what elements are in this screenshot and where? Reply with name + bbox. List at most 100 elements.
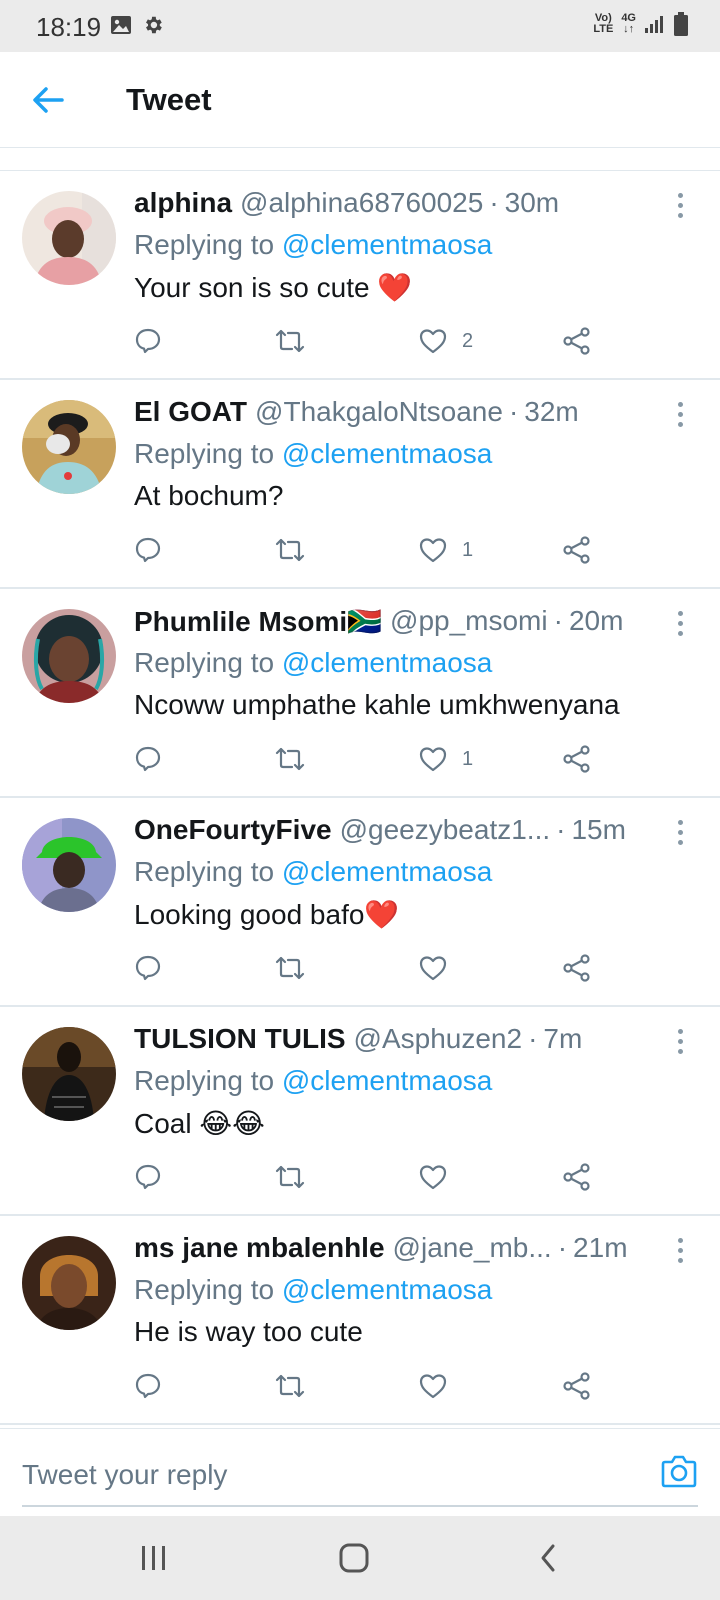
reply-tweet[interactable]: ms jane mbalenhle @jane_mb... · 21m Repl… — [0, 1216, 720, 1425]
retweet-icon — [275, 1374, 305, 1398]
tweet-meta: OneFourtyFive @geezybeatz1... · 15m — [134, 814, 654, 846]
avatar[interactable] — [22, 400, 116, 494]
gallery-icon — [111, 16, 131, 34]
back-button[interactable] — [30, 82, 70, 118]
more-options-button[interactable] — [672, 820, 688, 848]
user-handle[interactable]: @jane_mb... — [393, 1232, 552, 1264]
display-name[interactable]: El GOAT — [134, 396, 247, 428]
display-name[interactable]: OneFourtyFive — [134, 814, 332, 846]
camera-icon — [661, 1455, 697, 1488]
camera-button[interactable] — [660, 1453, 698, 1489]
share-button[interactable] — [562, 948, 592, 988]
reply-tweet[interactable]: Phumlile Msomi🇿🇦 @pp_msomi · 20m Replyin… — [0, 589, 720, 798]
reply-tweet[interactable]: TULSION TULIS @Asphuzen2 · 7m Replying t… — [0, 1007, 720, 1216]
retweet-button[interactable] — [274, 1366, 306, 1406]
retweet-button[interactable] — [274, 1157, 306, 1197]
reply-button[interactable] — [134, 321, 162, 361]
nav-back-button[interactable] — [532, 1538, 564, 1578]
recent-apps-button[interactable] — [138, 1538, 170, 1578]
retweet-icon — [275, 747, 305, 771]
tweet-time: 30m — [504, 187, 560, 218]
share-button[interactable] — [562, 530, 592, 570]
retweet-button[interactable] — [274, 739, 306, 779]
tweet-actions — [134, 1157, 614, 1197]
reply-tweet[interactable]: OneFourtyFive @geezybeatz1... · 15m Repl… — [0, 798, 720, 1007]
replying-to-link[interactable]: @clementmaosa — [282, 856, 493, 887]
status-time: 18:19 — [36, 12, 102, 42]
retweet-icon — [275, 329, 305, 353]
like-count: 1 — [462, 538, 474, 561]
home-button[interactable] — [334, 1538, 374, 1578]
replying-to-link[interactable]: @clementmaosa — [282, 229, 493, 260]
reply-button[interactable] — [134, 1157, 162, 1197]
settings-gear-icon — [146, 16, 162, 34]
like-button[interactable] — [418, 948, 462, 988]
share-button[interactable] — [562, 739, 592, 779]
share-icon — [563, 954, 590, 982]
share-icon — [563, 745, 590, 773]
share-button[interactable] — [562, 1366, 592, 1406]
share-button[interactable] — [562, 321, 592, 361]
reply-button[interactable] — [134, 948, 162, 988]
replying-to-link[interactable]: @clementmaosa — [282, 647, 493, 678]
heart-icon — [419, 538, 447, 563]
replying-to: Replying to @clementmaosa — [134, 438, 493, 469]
replying-to-link[interactable]: @clementmaosa — [282, 1274, 493, 1305]
share-button[interactable] — [562, 1157, 592, 1197]
heart-icon — [419, 1374, 447, 1399]
like-button[interactable]: 2 — [418, 321, 473, 361]
more-options-button[interactable] — [672, 611, 688, 639]
reply-icon — [135, 537, 161, 563]
tweet-time: 32m — [524, 396, 579, 427]
reply-tweet[interactable]: El GOAT @ThakgaloNtsoane · 32m Replying … — [0, 380, 720, 589]
avatar[interactable] — [22, 609, 116, 703]
user-handle[interactable]: @Asphuzen2 — [354, 1023, 523, 1055]
reply-icon — [135, 1373, 161, 1399]
more-options-button[interactable] — [672, 1238, 688, 1266]
like-button[interactable]: 1 — [418, 530, 473, 570]
replying-to: Replying to @clementmaosa — [134, 229, 493, 260]
heart-icon — [419, 956, 447, 981]
retweet-button[interactable] — [274, 948, 306, 988]
tweet-text: At bochum? — [134, 480, 284, 511]
like-button[interactable] — [418, 1366, 462, 1406]
more-options-button[interactable] — [672, 402, 688, 430]
retweet-button[interactable] — [274, 321, 306, 361]
display-name[interactable]: Phumlile Msomi🇿🇦 — [134, 605, 382, 638]
display-name[interactable]: ms jane mbalenhle — [134, 1232, 385, 1264]
display-name[interactable]: TULSION TULIS — [134, 1023, 346, 1055]
share-icon — [563, 1372, 590, 1400]
battery-icon — [674, 12, 688, 36]
user-handle[interactable]: @geezybeatz1... — [340, 814, 551, 846]
reply-tweet[interactable]: alphina @alphina68760025 · 30m Replying … — [0, 171, 720, 380]
tweet-text: Looking good bafo❤️ — [134, 899, 400, 930]
retweet-button[interactable] — [274, 530, 306, 570]
retweet-icon — [275, 1165, 305, 1189]
avatar[interactable] — [22, 191, 116, 285]
replying-to: Replying to @clementmaosa — [134, 647, 493, 678]
reply-button[interactable] — [134, 739, 162, 779]
arrow-left-icon — [33, 87, 64, 113]
reply-button[interactable] — [134, 1366, 162, 1406]
display-name[interactable]: alphina — [134, 187, 232, 219]
user-handle[interactable]: @alphina68760025 — [240, 187, 483, 219]
avatar[interactable] — [22, 1236, 116, 1330]
heart-icon — [419, 747, 447, 772]
reply-input[interactable] — [22, 1453, 622, 1497]
like-button[interactable] — [418, 1157, 462, 1197]
tweet-text: He is way too cute — [134, 1316, 363, 1347]
more-options-button[interactable] — [672, 1029, 688, 1057]
more-options-button[interactable] — [672, 193, 688, 221]
avatar[interactable] — [22, 1027, 116, 1121]
replies-feed[interactable]: alphina @alphina68760025 · 30m Replying … — [0, 170, 720, 1425]
user-handle[interactable]: @ThakgaloNtsoane — [255, 396, 503, 428]
meta-separator: · — [556, 814, 566, 845]
user-handle[interactable]: @pp_msomi — [390, 605, 548, 638]
tweet-meta: Phumlile Msomi🇿🇦 @pp_msomi · 20m — [134, 605, 654, 638]
replying-to-link[interactable]: @clementmaosa — [282, 438, 493, 469]
reply-button[interactable] — [134, 530, 162, 570]
replying-to-link[interactable]: @clementmaosa — [282, 1065, 493, 1096]
avatar[interactable] — [22, 818, 116, 912]
meta-separator: · — [528, 1023, 538, 1054]
like-button[interactable]: 1 — [418, 739, 473, 779]
